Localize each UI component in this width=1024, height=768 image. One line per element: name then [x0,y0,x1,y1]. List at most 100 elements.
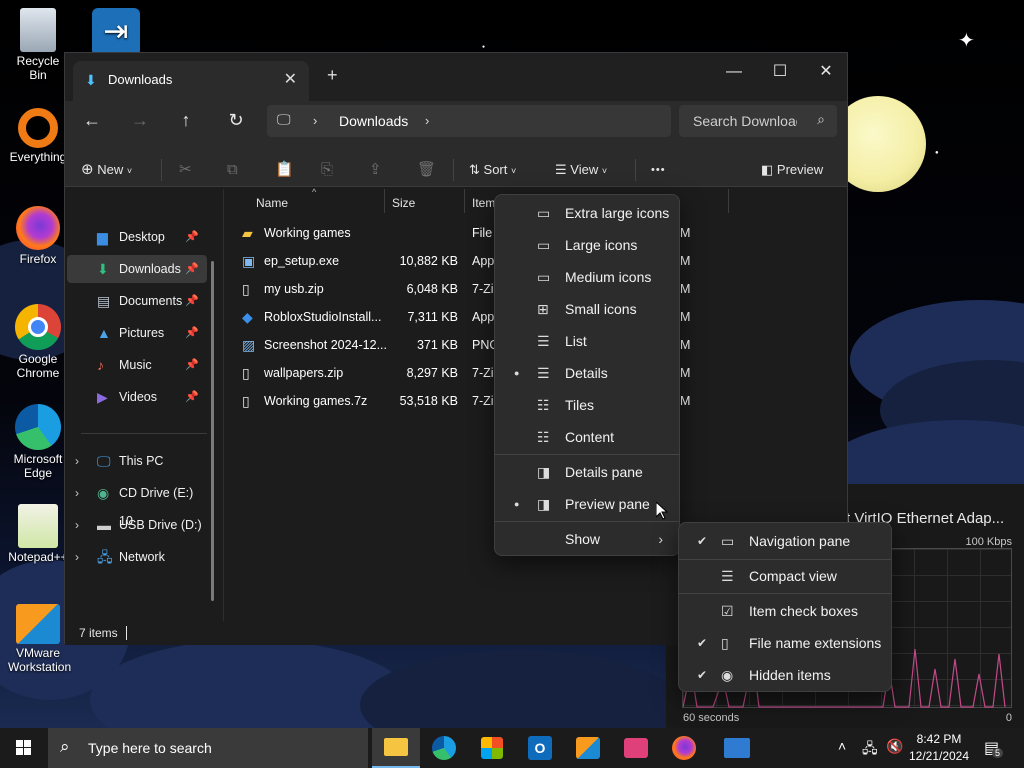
nav-item-network[interactable]: › 🖧 Network [67,543,207,571]
nav-item-usb-drive[interactable]: › ▬ USB Drive (D:) [67,511,207,539]
pin-icon: 📌 [185,391,199,403]
forward-button[interactable]: → [125,105,155,135]
taskbar-search-input[interactable]: Type here to search [88,740,212,756]
chevron-right-icon[interactable]: › [75,479,79,507]
column-header-name[interactable]: Name [256,193,288,213]
windows-logo-icon [16,740,31,755]
usb-drive-icon: ▬ [97,517,111,533]
item-check-boxes-icon: ☑ [721,603,734,619]
mouse-cursor-icon [656,502,668,520]
more-options-button[interactable]: ••• [651,157,666,183]
taskbar: ⌕ Type here to search O ˄ 🖧 🔇 8:42 PM 12… [0,728,1024,768]
minimize-button[interactable]: — [711,57,757,87]
column-header-size[interactable]: Size [392,193,415,213]
taskbar-firefox[interactable] [660,728,708,768]
column-divider[interactable] [384,189,385,213]
nav-item-music[interactable]: ♪ Music 📌 [67,351,207,379]
column-divider[interactable] [464,189,465,213]
menu-separator [679,593,891,594]
tab-downloads[interactable]: ⬇ Downloads ✕ [73,61,309,101]
desktop-icon-everything[interactable]: Everything [8,108,68,164]
search-box[interactable]: Search Downloads ⌕ [679,105,837,137]
nav-item-videos[interactable]: ▶ Videos 📌 [67,383,207,411]
new-button[interactable]: ⊕ New ˅ [81,157,132,183]
column-header-type[interactable]: Item [472,193,495,213]
cloud [360,650,680,728]
taskbar-file-explorer[interactable] [372,728,420,768]
volume-muted-icon[interactable]: 🔇 [886,738,903,755]
documents-icon: ▤ [97,293,111,309]
nav-item-desktop[interactable]: ▆ Desktop 📌 [67,223,207,251]
preview-toggle-button[interactable]: ◧ Preview [761,157,823,183]
share-icon[interactable]: ⇪ [369,157,382,183]
folder-icon: ▰ [242,225,253,241]
start-button[interactable] [0,728,48,768]
back-button[interactable]: ← [77,105,107,135]
taskbar-app-pink[interactable] [612,728,660,768]
new-tab-button[interactable]: + [327,65,338,86]
firefox-icon [16,206,60,250]
menu-item-show[interactable]: Show › [499,523,677,555]
compact-view-icon: ☰ [721,568,734,584]
hidden-items-icon: ◉ [721,667,734,683]
graph-max-label: 100 Kbps [965,536,1012,548]
address-bar[interactable]: 🖵 › Downloads › [267,105,671,137]
title-bar[interactable]: ⬇ Downloads ✕ + — ☐ ✕ [65,53,847,101]
clock-time[interactable]: 8:42 PM [906,732,972,746]
network-tray-icon[interactable]: 🖧 [862,738,878,762]
view-button[interactable]: ☰ View ˅ [555,157,607,183]
chevron-right-icon[interactable]: › [75,447,79,475]
taskbar-store[interactable] [468,728,516,768]
monitor-icon: 🖵 [277,111,291,127]
cut-icon[interactable]: ✂ [179,157,192,183]
preview-pane-icon: ◨ [537,496,551,512]
chevron-right-icon[interactable]: › [75,511,79,539]
desktop-icon-firefox[interactable]: Firefox [8,206,68,266]
desktop-icon-vmware[interactable]: VMware Workstation [8,604,71,674]
desktop-icon-chrome[interactable]: Google Chrome [8,304,68,380]
desktop-icon-notepadpp[interactable]: Notepad++ [8,504,68,564]
nav-item-documents[interactable]: ▤ Documents 📌 [67,287,207,315]
chevron-right-icon[interactable]: › [75,543,79,571]
taskbar-edge[interactable] [420,728,468,768]
taskbar-search-box[interactable]: ⌕ Type here to search [48,728,368,768]
downloads-icon: ⬇ [97,261,109,277]
edge-icon [432,736,456,760]
app-shortcut-icon: ⇥ [92,8,140,56]
copy-icon[interactable]: ⧉ [227,157,238,183]
item-count: 7 items [79,626,118,640]
music-icon: ♪ [97,357,104,373]
maximize-button[interactable]: ☐ [757,57,803,87]
command-bar: ⊕ New ˅ ✂ ⧉ 📋 ⎘ ⇪ 🗑 ⇅ Sort ˅ ☰ View ˅ ••… [65,151,847,187]
close-tab-button[interactable]: ✕ [284,69,297,89]
close-window-button[interactable]: ✕ [803,57,849,87]
paste-icon[interactable]: 📋 [275,157,294,183]
nav-item-pictures[interactable]: ▲ Pictures 📌 [67,319,207,347]
up-button[interactable]: ↑ [171,105,201,135]
delete-icon[interactable]: 🗑 [417,157,436,183]
nav-item-this-pc[interactable]: › 🖵 This PC [67,447,207,475]
nav-scrollbar[interactable] [211,261,214,601]
column-divider[interactable] [728,189,729,213]
outlook-icon: O [528,736,552,760]
chrome-icon [15,304,61,350]
nav-item-cd-drive[interactable]: › ◉ CD Drive (E:) 10 [67,479,207,528]
sort-button[interactable]: ⇅ Sort ˅ [469,157,516,183]
taskbar-outlook[interactable]: O [516,728,564,768]
nav-item-downloads[interactable]: ⬇ Downloads 📌 [67,255,207,283]
desktop-icon-recycle-bin[interactable]: Recycle Bin [8,8,68,82]
desktop-icon-edge[interactable]: Microsoft Edge [8,404,68,480]
taskbar-vmware[interactable] [564,728,612,768]
clock-date[interactable]: 12/21/2024 [906,749,972,763]
edge-icon [15,404,61,450]
breadcrumb-downloads[interactable]: Downloads [339,113,408,129]
chevron-right-icon[interactable]: › [425,113,429,128]
search-input[interactable]: Search Downloads [693,113,797,129]
desktop-icon-shortcut[interactable]: ⇥ [86,8,146,58]
chevron-down-icon: ˅ [601,166,608,176]
refresh-button[interactable]: ↻ [221,105,251,135]
rename-icon[interactable]: ⎘ [321,157,333,183]
pin-icon: 📌 [185,327,199,339]
chevron-up-icon[interactable]: ˄ [838,738,846,754]
taskbar-task-manager[interactable] [712,728,760,768]
